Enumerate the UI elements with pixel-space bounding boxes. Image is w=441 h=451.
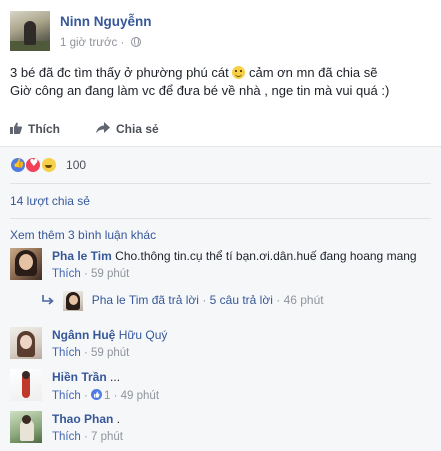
smile-emoji-icon <box>232 66 246 79</box>
meta-separator: · <box>83 268 91 280</box>
reply-action[interactable]: đã trả lời <box>152 293 199 307</box>
avatar-head <box>22 415 31 424</box>
post-text: 3 bé đã đc tìm thấy ở phường phú cát cảm… <box>10 64 435 100</box>
comment-line: Pha le Tim Cho.thông tin.cụ thể tí bạn.ơ… <box>52 248 432 264</box>
view-more-comments-link[interactable]: Xem thêm 3 bình luận khác <box>10 228 156 242</box>
reply-author[interactable]: Pha le Tim <box>92 293 149 307</box>
commenter-avatar[interactable] <box>10 248 42 280</box>
meta-separator: · <box>83 390 91 402</box>
meta-separator: · <box>276 293 284 308</box>
commenter-avatar[interactable] <box>10 369 42 401</box>
comment-line: Thao Phan . <box>52 411 432 427</box>
comment-reaction-count[interactable]: 1 <box>104 390 110 402</box>
post-timestamp[interactable]: 1 giờ trước · <box>60 37 124 49</box>
share-button-label: Chia sẻ <box>116 122 159 136</box>
thumbs-up-icon <box>10 122 22 134</box>
avatar-figure <box>24 21 36 45</box>
comment-meta: Thích · 7 phút <box>52 431 432 443</box>
author-avatar[interactable] <box>10 11 50 51</box>
share-count-link[interactable]: 14 lượt chia sẻ <box>10 194 90 208</box>
meta-separator: · <box>202 293 210 308</box>
comment-text: Cho.thông tin.cụ thể tí bạn.ơi.dân.huế đ… <box>115 249 417 263</box>
post-actions: Thích Chia sẻ <box>10 119 431 141</box>
avatar-head <box>22 371 30 379</box>
comment-body: Hiền Trần ... Thích · 1 · 49 phút <box>52 369 432 402</box>
comment-body: Ngânn Huệ Hữu Quý Thích · 59 phút <box>52 327 432 359</box>
comments-section: 100 14 lượt chia sẻ Xem thêm 3 bình luận… <box>0 146 441 451</box>
reply-arrow-icon <box>42 295 54 305</box>
meta-separator: · <box>83 431 91 443</box>
like-button-label: Thích <box>28 122 60 136</box>
haha-reaction-icon <box>40 157 57 173</box>
comment-like-link[interactable]: Thích <box>52 431 81 443</box>
post-text-line-1: 3 bé đã đc tìm thấy ở phường phú cát cảm… <box>10 64 435 82</box>
comment-meta: Thích · 59 phút <box>52 347 432 359</box>
comment-author[interactable]: Thao Phan <box>52 412 113 426</box>
commenter-avatar[interactable] <box>10 327 42 359</box>
comment-meta: Thích · 1 · 49 phút <box>52 389 432 402</box>
comment-line: Hiền Trần ... <box>52 369 432 385</box>
post-text-part-b: cảm ơn mn đã chia sẽ <box>248 65 378 80</box>
love-reaction-icon <box>25 157 42 173</box>
meta-separator: · <box>113 390 121 402</box>
comment-line: Ngânn Huệ Hữu Quý <box>52 327 432 343</box>
comment-like-link[interactable]: Thích <box>52 268 81 280</box>
comment-meta: Thích · 59 phút <box>52 268 432 280</box>
reaction-count: 100 <box>66 158 87 172</box>
comment-time[interactable]: 7 phút <box>91 431 123 443</box>
post-timestamp-row: 1 giờ trước · <box>60 37 141 49</box>
comment-body: Thao Phan . Thích · 7 phút <box>52 411 432 443</box>
comment-author[interactable]: Hiền Trần <box>52 370 107 384</box>
reaction-like-icon <box>91 389 102 400</box>
comment-like-link[interactable]: Thích <box>52 390 81 402</box>
feed-post: Ninn Nguyễnn 1 giờ trước · 3 bé đã đc tì… <box>0 0 441 451</box>
meta-separator: · <box>83 347 91 359</box>
globe-icon[interactable] <box>130 37 141 47</box>
comment-text: ... <box>110 370 121 384</box>
comment-tagged-name[interactable]: Hữu Quý <box>119 328 168 342</box>
comment-time[interactable]: 49 phút <box>121 390 159 402</box>
avatar-face <box>20 335 32 349</box>
divider <box>10 218 431 219</box>
like-reaction-icon <box>10 157 26 173</box>
reply-count[interactable]: 5 câu trả lời <box>210 293 273 307</box>
comment-like-link[interactable]: Thích <box>52 347 81 359</box>
post-text-part-a: 3 bé đã đc tìm thấy ở phường phú cát <box>10 65 229 80</box>
reply-avatar <box>63 291 84 311</box>
share-arrow-icon <box>96 122 110 134</box>
divider <box>10 183 431 184</box>
comment-time[interactable]: 59 phút <box>91 268 129 280</box>
commenter-avatar[interactable] <box>10 411 42 443</box>
like-button[interactable]: Thích <box>10 122 60 136</box>
reactions-summary[interactable]: 100 <box>10 157 86 175</box>
reply-time: 46 phút <box>283 293 324 308</box>
post-header: Ninn Nguyễnn 1 giờ trước · <box>10 11 430 53</box>
author-name[interactable]: Ninn Nguyễnn <box>60 14 152 29</box>
comment-time[interactable]: 59 phút <box>91 347 129 359</box>
post-text-line-2: Giờ công an đang làm vc để đưa bé về nhà… <box>10 83 390 98</box>
reply-summary[interactable]: Pha le Tim đã trả lời · 5 câu trả lời · … <box>42 291 324 313</box>
comment-text: . <box>116 412 121 426</box>
share-button[interactable]: Chia sẻ <box>96 122 159 136</box>
comment-author[interactable]: Ngânn Huệ <box>52 328 115 342</box>
comment-body: Pha le Tim Cho.thông tin.cụ thể tí bạn.ơ… <box>52 248 432 280</box>
avatar-face <box>19 254 33 270</box>
comment-author[interactable]: Pha le Tim <box>52 249 112 263</box>
